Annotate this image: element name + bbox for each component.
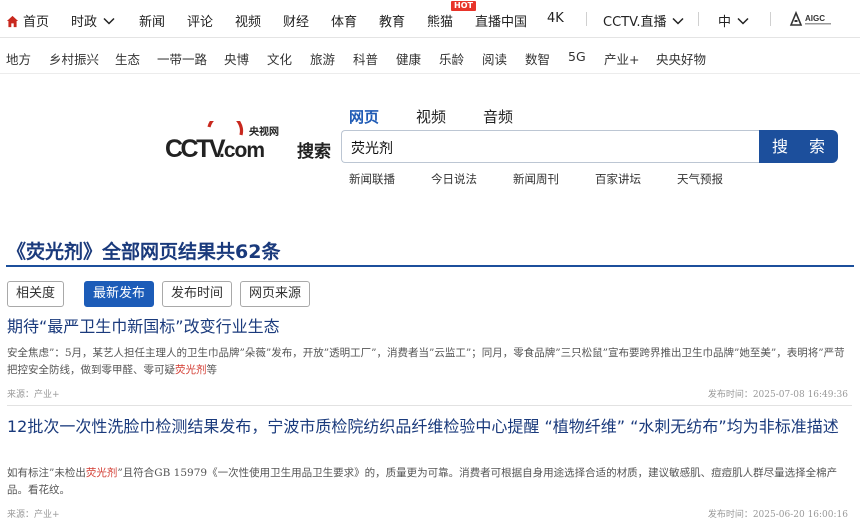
snippet-highlight: 荧光剂 — [175, 364, 207, 376]
svg-text:央视网: 央视网 — [249, 125, 279, 138]
snippet-text: 如有标注”未检出 — [7, 467, 86, 479]
result-snippet: 如有标注”未检出荧光剂”且符合GB 15979《一次性使用卫生用品卫生要求》的，… — [7, 465, 850, 499]
nav-live-china[interactable]: 直播中国 — [475, 11, 527, 30]
chevron-down-icon — [103, 17, 115, 25]
result-publish-time: 发布时间：2025-06-20 16:00:16 — [707, 510, 848, 520]
nav-divider — [770, 12, 771, 26]
subnav-item[interactable]: 乐龄 — [439, 49, 464, 68]
search-input[interactable]: 荧光剂 — [341, 130, 761, 163]
snippet-text: 等 — [206, 364, 218, 376]
nav-home[interactable]: 首页 — [6, 11, 49, 30]
aigc-logo-icon[interactable]: AIGC — [789, 10, 833, 28]
sub-navigation: 地方 乡村振兴 生态 一带一路 央博 文化 旅游 科普 健康 乐龄 阅读 数智 … — [0, 38, 860, 74]
subnav-item[interactable]: 文化 — [267, 49, 292, 68]
result-source: 来源：产业+ — [7, 390, 60, 400]
home-icon — [6, 15, 19, 28]
quick-link[interactable]: 新闻周刊 — [513, 171, 559, 187]
search-button[interactable]: 搜 索 — [759, 130, 838, 163]
sort-relevance-button[interactable]: 相关度 — [7, 281, 65, 307]
quick-link[interactable]: 百家讲坛 — [595, 171, 641, 187]
tab-webpage[interactable]: 网页 — [349, 106, 379, 127]
subnav-item[interactable]: 央博 — [224, 49, 249, 68]
nav-home-label: 首页 — [23, 15, 50, 30]
svg-text:CCTV: CCTV — [165, 135, 226, 161]
result-divider — [7, 405, 852, 406]
top-navigation: 首页 时政 新闻 评论 视频 财经 体育 教育 熊猫 HOT 直播中国 4K C… — [0, 0, 860, 38]
subnav-item[interactable]: 央央好物 — [656, 49, 706, 68]
result-snippet: 安全焦虑”：5月，某艺人担任主理人的卫生巾品牌”朵薇”发布，开放”透明工厂”，消… — [7, 345, 850, 379]
nav-sports[interactable]: 体育 — [331, 11, 357, 30]
language-label: 中 — [718, 15, 732, 30]
svg-text:AIGC: AIGC — [805, 14, 825, 23]
sort-latest-button[interactable]: 最新发布 — [84, 281, 155, 307]
results-count-title: 《荧光剂》全部网页结果共62条 — [7, 241, 281, 263]
nav-video[interactable]: 视频 — [235, 11, 261, 30]
nav-divider — [586, 12, 587, 26]
subnav-item[interactable]: 地方 — [6, 49, 31, 68]
nav-4k[interactable]: 4K — [547, 11, 564, 26]
subnav-item[interactable]: 5G — [568, 49, 586, 64]
language-selector[interactable]: 中 — [718, 11, 749, 30]
result-title-link[interactable]: 12批次一次性洗脸巾检测结果发布，宁波市质检院纺织品纤维检验中心提醒 “植物纤维… — [7, 416, 852, 438]
nav-current-affairs[interactable]: 时政 — [71, 11, 115, 30]
cctv-search-logo[interactable]: CCTV .com 央视网 搜索 — [165, 121, 335, 161]
result-publish-time: 发布时间：2025-07-08 16:49:36 — [707, 390, 848, 400]
subnav-item[interactable]: 产业+ — [604, 49, 639, 68]
quick-link[interactable]: 新闻联播 — [349, 171, 395, 187]
snippet-highlight: 荧光剂 — [85, 467, 118, 479]
snippet-text: ”且符合GB 15979《一次性使用卫生用品卫生要求》的，质量更为可靠。消费者可… — [7, 467, 838, 496]
subnav-item[interactable]: 乡村振兴 — [49, 49, 99, 68]
nav-cctv-live-label: CCTV.直播 — [603, 15, 667, 30]
results-header-divider — [6, 265, 854, 267]
nav-commentary[interactable]: 评论 — [187, 11, 213, 30]
snippet-text: 安全焦虑”：5月，某艺人担任主理人的卫生巾品牌”朵薇”发布，开放”透明工厂”，消… — [7, 347, 845, 376]
tab-audio[interactable]: 音频 — [483, 106, 513, 127]
result-title-link[interactable]: 期待“最严卫生巾新国标”改变行业生态 — [7, 316, 852, 338]
subnav-item[interactable]: 健康 — [396, 49, 421, 68]
nav-current-affairs-label: 时政 — [71, 15, 98, 30]
nav-news[interactable]: 新闻 — [139, 11, 165, 30]
hot-badge: HOT — [451, 1, 476, 11]
sort-source-button[interactable]: 网页来源 — [240, 281, 311, 307]
subnav-item[interactable]: 生态 — [115, 49, 140, 68]
tab-video[interactable]: 视频 — [416, 106, 446, 127]
svg-text:搜索: 搜索 — [297, 141, 331, 161]
nav-panda[interactable]: 熊猫 HOT — [427, 1, 476, 30]
chevron-down-icon — [737, 17, 749, 25]
nav-education[interactable]: 教育 — [379, 11, 405, 30]
quick-link[interactable]: 今日说法 — [431, 171, 477, 187]
nav-divider — [698, 12, 699, 26]
subnav-item[interactable]: 一带一路 — [157, 49, 207, 68]
chevron-down-icon — [672, 17, 684, 25]
subnav-item[interactable]: 科普 — [353, 49, 378, 68]
nav-panda-label: 熊猫 — [427, 15, 454, 30]
quick-link[interactable]: 天气预报 — [677, 171, 723, 187]
sort-publish-time-button[interactable]: 发布时间 — [162, 281, 233, 307]
subnav-item[interactable]: 数智 — [525, 49, 550, 68]
svg-text:.com: .com — [219, 139, 264, 161]
result-source: 来源：产业+ — [7, 510, 60, 520]
nav-cctv-live[interactable]: CCTV.直播 — [603, 11, 684, 30]
nav-finance[interactable]: 财经 — [283, 11, 309, 30]
subnav-item[interactable]: 阅读 — [482, 49, 507, 68]
subnav-item[interactable]: 旅游 — [310, 49, 335, 68]
